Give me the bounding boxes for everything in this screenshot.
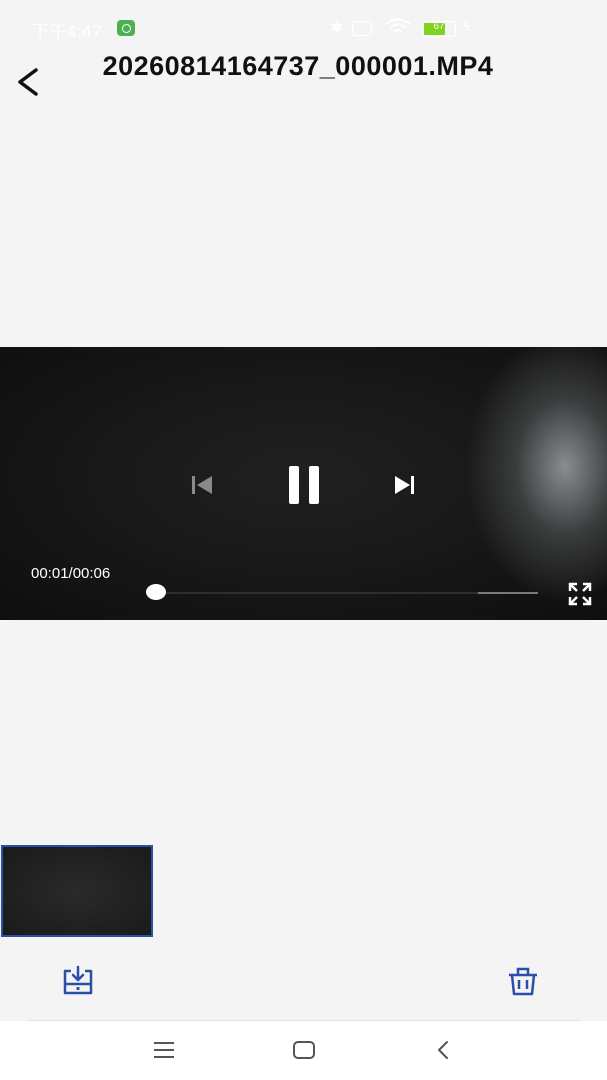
next-icon (395, 476, 414, 494)
charging-icon: ϟ (463, 18, 471, 34)
back-icon (438, 1041, 448, 1059)
system-nav-bar (0, 1021, 607, 1080)
download-icon (63, 965, 93, 995)
nav-home-button[interactable] (290, 1038, 318, 1062)
thumbnail-item-selected[interactable] (1, 845, 153, 937)
back-arrow-icon (18, 68, 38, 96)
page-title: 20260814164737_000001.MP4 (102, 51, 494, 81)
status-bar: 下午4:47 ✱ 67 ϟ (0, 0, 607, 58)
battery-icon: 67 (422, 21, 456, 37)
sim-icon (352, 21, 372, 36)
video-player[interactable]: 00:01/00:06 (0, 347, 607, 620)
pause-button[interactable] (283, 460, 325, 510)
previous-icon (192, 476, 212, 494)
status-indicators: ✱ 67 ϟ (330, 18, 480, 38)
back-button[interactable] (8, 62, 48, 102)
pause-icon (289, 466, 319, 504)
battery-level: 67 (433, 21, 445, 32)
seek-bar[interactable] (146, 584, 538, 600)
download-button[interactable] (60, 963, 96, 999)
delete-basket-icon (509, 967, 537, 996)
bluetooth-icon: ✱ (330, 20, 344, 37)
fullscreen-icon (568, 582, 592, 606)
time-display: 00:01/00:06 (31, 565, 111, 582)
next-button[interactable] (390, 470, 420, 500)
nav-back-button[interactable] (430, 1038, 458, 1062)
menu-icon (154, 1042, 174, 1058)
app-notification-icon (117, 20, 135, 36)
fullscreen-button[interactable] (567, 581, 593, 607)
previous-button[interactable] (186, 470, 216, 500)
status-time: 下午4:47 (32, 22, 103, 41)
nav-menu-button[interactable] (150, 1038, 178, 1062)
delete-button[interactable] (505, 963, 541, 999)
seek-thumb[interactable] (146, 584, 166, 600)
home-icon (293, 1041, 315, 1059)
wifi-icon (385, 18, 411, 33)
seek-buffer (478, 592, 538, 594)
